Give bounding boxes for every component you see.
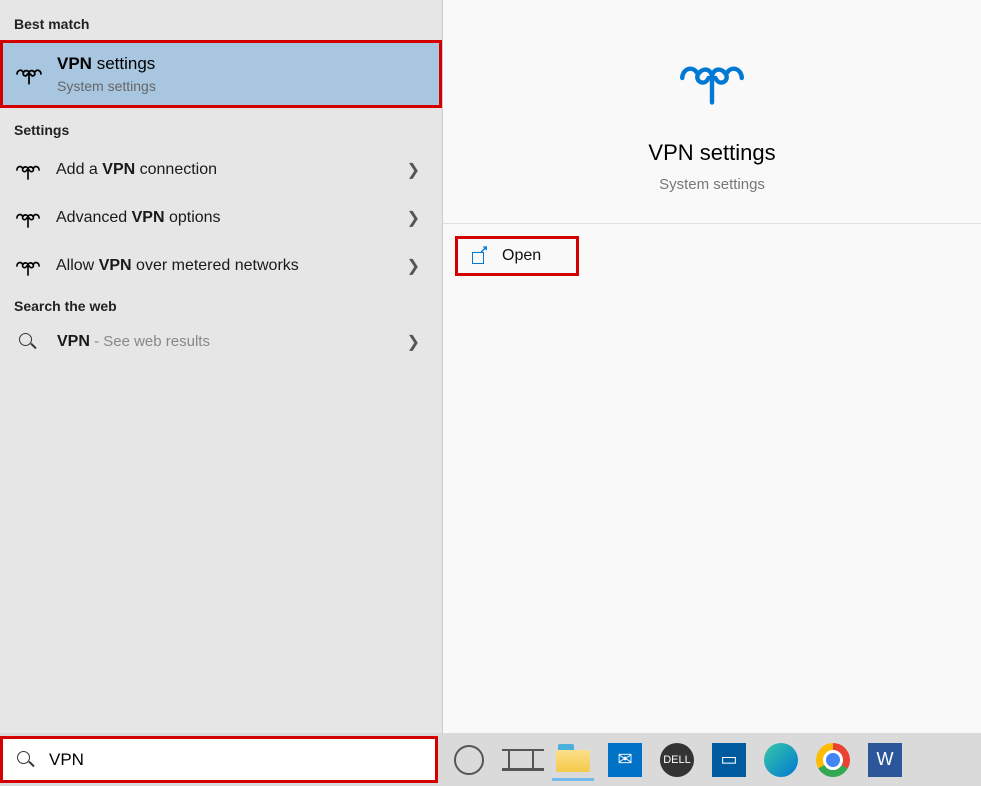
search-input[interactable] [49, 750, 425, 770]
settings-item-add-vpn[interactable]: Add a VPN connection ❯ [0, 146, 442, 194]
chevron-right-icon: ❯ [407, 160, 420, 180]
vpn-icon [14, 156, 42, 184]
dell-app-icon[interactable]: DELL [656, 739, 698, 781]
best-match-item-vpn-settings[interactable]: VPN settings System settings [0, 40, 442, 108]
chevron-right-icon: ❯ [407, 256, 420, 276]
settings-item-allow-vpn-metered[interactable]: Allow VPN over metered networks ❯ [0, 242, 442, 290]
taskbar: ✉ DELL ▭ W [0, 733, 981, 786]
taskbar-icons: ✉ DELL ▭ W [442, 739, 906, 781]
vpn-icon [677, 50, 747, 110]
settings-header: Settings [0, 114, 442, 146]
open-label: Open [502, 247, 541, 265]
preview-title: VPN settings [648, 140, 775, 166]
task-view-icon[interactable] [500, 739, 542, 781]
open-button[interactable]: Open [455, 236, 579, 276]
chevron-right-icon: ❯ [407, 332, 420, 352]
search-icon [17, 751, 35, 769]
search-web-header: Search the web [0, 290, 442, 322]
vpn-icon [15, 60, 43, 88]
settings-item-advanced-vpn[interactable]: Advanced VPN options ❯ [0, 194, 442, 242]
settings-item-label: Advanced VPN options [56, 209, 407, 227]
cortana-icon[interactable] [448, 739, 490, 781]
vpn-icon [14, 204, 42, 232]
mail-app-icon[interactable]: ✉ [604, 739, 646, 781]
open-icon [472, 248, 488, 264]
best-match-subtitle: System settings [57, 77, 156, 95]
search-icon [19, 333, 37, 351]
edge-browser-icon[interactable] [760, 739, 802, 781]
preview-subtitle: System settings [659, 176, 765, 193]
settings-item-label: Allow VPN over metered networks [56, 257, 407, 275]
best-match-header: Best match [0, 8, 442, 40]
chevron-right-icon: ❯ [407, 208, 420, 228]
best-match-title: VPN settings [57, 53, 156, 75]
settings-item-label: Add a VPN connection [56, 161, 407, 179]
preview-panel: VPN settings System settings Open [442, 0, 981, 733]
preview-header: VPN settings System settings [443, 0, 981, 224]
app-tile-icon[interactable]: ▭ [708, 739, 750, 781]
taskbar-search-box[interactable] [0, 736, 438, 783]
web-result-vpn[interactable]: VPN - See web results ❯ [0, 322, 442, 362]
vpn-icon [14, 252, 42, 280]
word-app-icon[interactable]: W [864, 739, 906, 781]
best-match-text: VPN settings System settings [57, 53, 156, 95]
search-results-panel: Best match VPN settings System settings … [0, 0, 442, 733]
chrome-browser-icon[interactable] [812, 739, 854, 781]
web-result-label: VPN - See web results [57, 333, 407, 351]
file-explorer-icon[interactable] [552, 739, 594, 781]
